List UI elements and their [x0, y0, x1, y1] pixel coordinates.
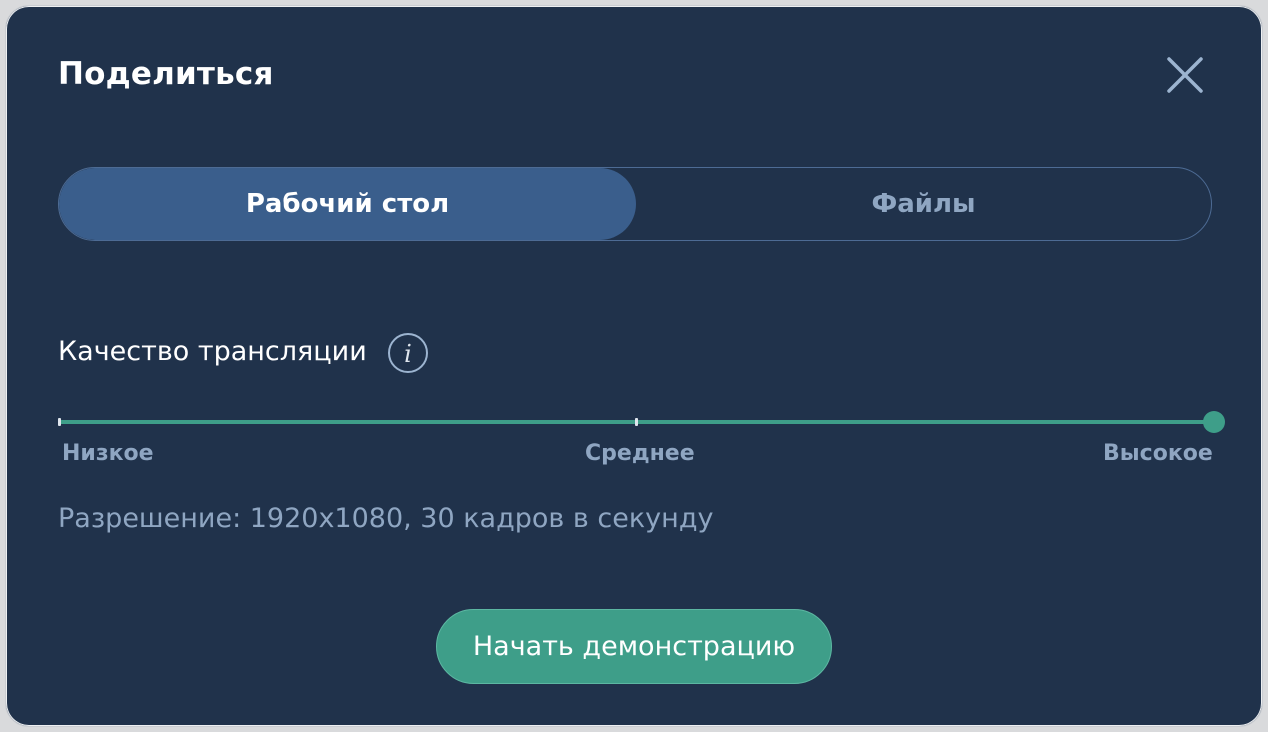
quality-slider[interactable]: [58, 408, 1228, 438]
svg-text:i: i: [404, 340, 412, 368]
slider-tick-medium: [635, 418, 638, 426]
quality-label: Качество трансляции: [58, 336, 367, 367]
info-icon: i: [388, 333, 428, 373]
quality-level-medium[interactable]: Среднее: [585, 441, 695, 466]
resolution-info: Разрешение: 1920x1080, 30 кадров в секун…: [58, 503, 714, 534]
tab-desktop[interactable]: Рабочий стол: [59, 168, 636, 240]
close-icon: [1167, 57, 1203, 93]
start-demo-button[interactable]: Начать демонстрацию: [436, 609, 832, 684]
quality-level-low[interactable]: Низкое: [62, 441, 154, 466]
share-dialog: Поделиться Рабочий стол Файлы Качество т…: [5, 5, 1263, 727]
share-mode-tabs: Рабочий стол Файлы: [58, 167, 1212, 241]
slider-tick-low: [58, 418, 61, 426]
tab-files[interactable]: Файлы: [636, 168, 1211, 240]
quality-info-button[interactable]: i: [387, 332, 429, 374]
slider-thumb[interactable]: [1203, 411, 1225, 433]
quality-level-high[interactable]: Высокое: [1103, 441, 1213, 466]
close-button[interactable]: [1166, 56, 1204, 94]
dialog-title: Поделиться: [58, 56, 274, 92]
